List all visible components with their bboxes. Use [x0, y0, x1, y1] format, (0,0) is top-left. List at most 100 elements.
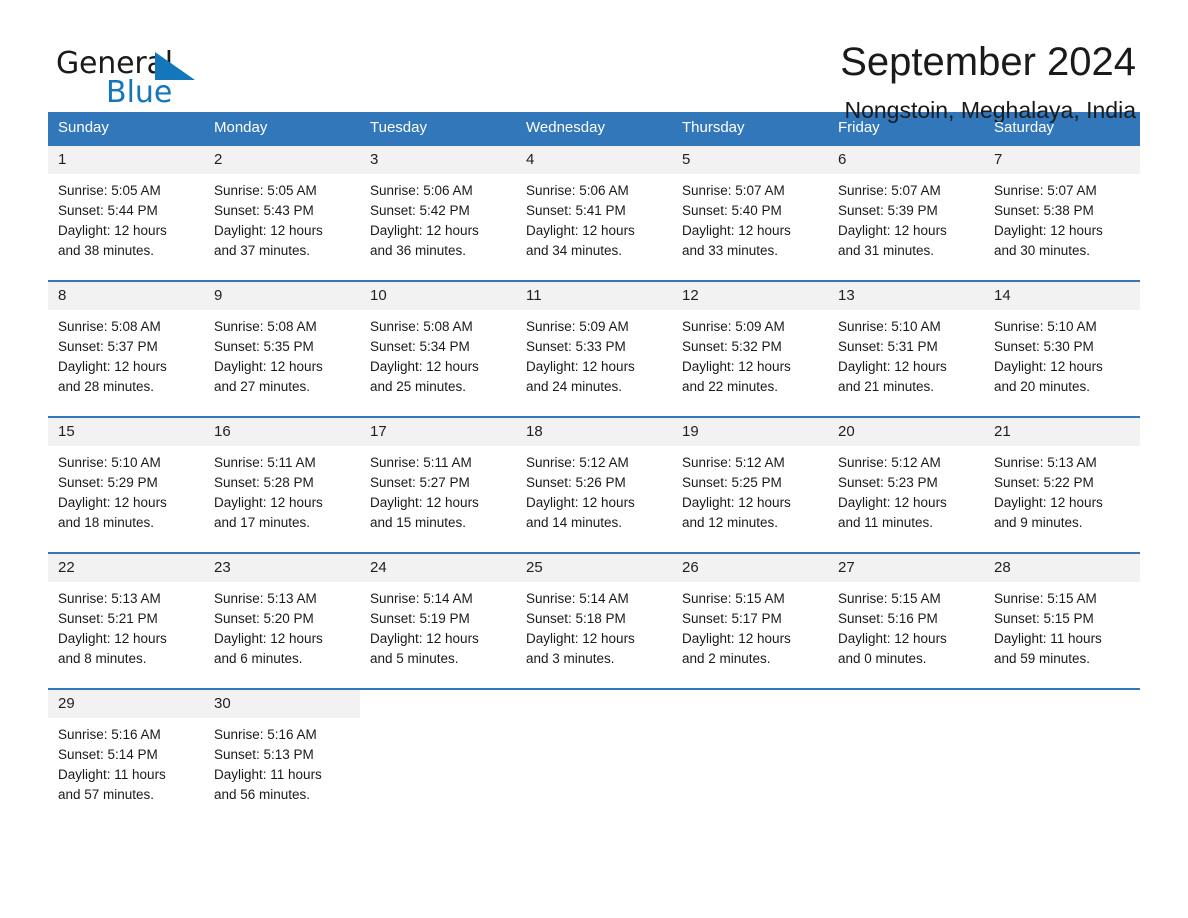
daylight-text-line1: Daylight: 12 hours — [682, 223, 791, 238]
sunrise-text: Sunrise: 5:10 AM — [58, 455, 161, 470]
calendar-day-cell[interactable]: 8 Sunrise: 5:08 AM Sunset: 5:37 PM Dayli… — [48, 280, 204, 417]
daylight-text-line2: and 31 minutes. — [838, 243, 935, 258]
sunrise-text: Sunrise: 5:12 AM — [526, 455, 629, 470]
day-number — [516, 690, 672, 718]
sunset-text: Sunset: 5:23 PM — [838, 475, 938, 490]
sunrise-text: Sunrise: 5:05 AM — [58, 183, 161, 198]
day-info: Sunrise: 5:13 AM Sunset: 5:21 PM Dayligh… — [48, 582, 204, 669]
daylight-text-line2: and 56 minutes. — [214, 787, 311, 802]
calendar-day-cell[interactable]: 18 Sunrise: 5:12 AM Sunset: 5:26 PM Dayl… — [516, 416, 672, 553]
sunrise-text: Sunrise: 5:16 AM — [58, 727, 161, 742]
day-number: 2 — [204, 146, 360, 174]
calendar-day-cell[interactable]: 2 Sunrise: 5:05 AM Sunset: 5:43 PM Dayli… — [204, 144, 360, 281]
sunset-text: Sunset: 5:37 PM — [58, 339, 158, 354]
calendar-day-cell[interactable]: 20 Sunrise: 5:12 AM Sunset: 5:23 PM Dayl… — [828, 416, 984, 553]
daylight-text-line2: and 22 minutes. — [682, 379, 779, 394]
calendar-day-cell-empty — [516, 688, 672, 806]
day-info: Sunrise: 5:07 AM Sunset: 5:38 PM Dayligh… — [984, 174, 1140, 261]
calendar-day-cell[interactable]: 7 Sunrise: 5:07 AM Sunset: 5:38 PM Dayli… — [984, 144, 1140, 281]
calendar-day-cell[interactable]: 1 Sunrise: 5:05 AM Sunset: 5:44 PM Dayli… — [48, 144, 204, 281]
daylight-text-line1: Daylight: 12 hours — [838, 359, 947, 374]
day-info: Sunrise: 5:11 AM Sunset: 5:27 PM Dayligh… — [360, 446, 516, 533]
calendar-day-cell[interactable]: 6 Sunrise: 5:07 AM Sunset: 5:39 PM Dayli… — [828, 144, 984, 281]
day-info: Sunrise: 5:10 AM Sunset: 5:29 PM Dayligh… — [48, 446, 204, 533]
day-number: 30 — [204, 690, 360, 718]
weekday-header-tuesday: Tuesday — [360, 112, 516, 145]
sunrise-text: Sunrise: 5:07 AM — [994, 183, 1097, 198]
daylight-text-line2: and 59 minutes. — [994, 651, 1091, 666]
calendar-day-cell-empty — [360, 688, 516, 806]
calendar-day-cell[interactable]: 29 Sunrise: 5:16 AM Sunset: 5:14 PM Dayl… — [48, 688, 204, 806]
calendar-day-cell[interactable]: 13 Sunrise: 5:10 AM Sunset: 5:31 PM Dayl… — [828, 280, 984, 417]
calendar-day-cell[interactable]: 28 Sunrise: 5:15 AM Sunset: 5:15 PM Dayl… — [984, 552, 1140, 689]
calendar-day-cell[interactable]: 17 Sunrise: 5:11 AM Sunset: 5:27 PM Dayl… — [360, 416, 516, 553]
daylight-text-line1: Daylight: 12 hours — [682, 631, 791, 646]
calendar-day-cell[interactable]: 10 Sunrise: 5:08 AM Sunset: 5:34 PM Dayl… — [360, 280, 516, 417]
calendar-page: General Blue September 2024 Nongstoin, M… — [0, 0, 1188, 918]
sunset-text: Sunset: 5:25 PM — [682, 475, 782, 490]
calendar-day-cell[interactable]: 22 Sunrise: 5:13 AM Sunset: 5:21 PM Dayl… — [48, 552, 204, 689]
day-number: 15 — [48, 418, 204, 446]
calendar-day-cell[interactable]: 16 Sunrise: 5:11 AM Sunset: 5:28 PM Dayl… — [204, 416, 360, 553]
page-title: September 2024 — [840, 40, 1136, 84]
daylight-text-line1: Daylight: 12 hours — [838, 631, 947, 646]
daylight-text-line2: and 34 minutes. — [526, 243, 623, 258]
sunrise-text: Sunrise: 5:08 AM — [370, 319, 473, 334]
sun-calendar-table: Sunday Monday Tuesday Wednesday Thursday… — [48, 112, 1140, 806]
day-number — [360, 690, 516, 718]
sunrise-text: Sunrise: 5:07 AM — [838, 183, 941, 198]
day-info: Sunrise: 5:09 AM Sunset: 5:32 PM Dayligh… — [672, 310, 828, 397]
day-info: Sunrise: 5:06 AM Sunset: 5:42 PM Dayligh… — [360, 174, 516, 261]
sunset-text: Sunset: 5:17 PM — [682, 611, 782, 626]
calendar-week-row: 15 Sunrise: 5:10 AM Sunset: 5:29 PM Dayl… — [48, 416, 1140, 553]
day-info: Sunrise: 5:16 AM Sunset: 5:14 PM Dayligh… — [48, 718, 204, 805]
sunset-text: Sunset: 5:19 PM — [370, 611, 470, 626]
daylight-text-line1: Daylight: 12 hours — [526, 495, 635, 510]
daylight-text-line1: Daylight: 12 hours — [214, 495, 323, 510]
day-info: Sunrise: 5:12 AM Sunset: 5:25 PM Dayligh… — [672, 446, 828, 533]
calendar-day-cell[interactable]: 11 Sunrise: 5:09 AM Sunset: 5:33 PM Dayl… — [516, 280, 672, 417]
daylight-text-line2: and 36 minutes. — [370, 243, 467, 258]
day-number: 9 — [204, 282, 360, 310]
general-blue-logo[interactable]: General Blue — [56, 42, 216, 112]
daylight-text-line2: and 2 minutes. — [682, 651, 771, 666]
calendar-day-cell[interactable]: 25 Sunrise: 5:14 AM Sunset: 5:18 PM Dayl… — [516, 552, 672, 689]
sunset-text: Sunset: 5:44 PM — [58, 203, 158, 218]
day-info: Sunrise: 5:09 AM Sunset: 5:33 PM Dayligh… — [516, 310, 672, 397]
sunrise-text: Sunrise: 5:05 AM — [214, 183, 317, 198]
day-number: 11 — [516, 282, 672, 310]
daylight-text-line2: and 0 minutes. — [838, 651, 927, 666]
calendar-day-cell[interactable]: 23 Sunrise: 5:13 AM Sunset: 5:20 PM Dayl… — [204, 552, 360, 689]
sunset-text: Sunset: 5:14 PM — [58, 747, 158, 762]
sunrise-text: Sunrise: 5:09 AM — [526, 319, 629, 334]
calendar-day-cell[interactable]: 5 Sunrise: 5:07 AM Sunset: 5:40 PM Dayli… — [672, 144, 828, 281]
sunset-text: Sunset: 5:31 PM — [838, 339, 938, 354]
calendar-day-cell[interactable]: 3 Sunrise: 5:06 AM Sunset: 5:42 PM Dayli… — [360, 144, 516, 281]
calendar-day-cell[interactable]: 15 Sunrise: 5:10 AM Sunset: 5:29 PM Dayl… — [48, 416, 204, 553]
sunrise-text: Sunrise: 5:16 AM — [214, 727, 317, 742]
calendar-day-cell[interactable]: 14 Sunrise: 5:10 AM Sunset: 5:30 PM Dayl… — [984, 280, 1140, 417]
daylight-text-line1: Daylight: 11 hours — [58, 767, 166, 782]
day-number: 3 — [360, 146, 516, 174]
calendar-day-cell[interactable]: 12 Sunrise: 5:09 AM Sunset: 5:32 PM Dayl… — [672, 280, 828, 417]
calendar-day-cell[interactable]: 9 Sunrise: 5:08 AM Sunset: 5:35 PM Dayli… — [204, 280, 360, 417]
title-block: September 2024 Nongstoin, Meghalaya, Ind… — [840, 42, 1140, 122]
calendar-day-cell[interactable]: 26 Sunrise: 5:15 AM Sunset: 5:17 PM Dayl… — [672, 552, 828, 689]
day-info: Sunrise: 5:16 AM Sunset: 5:13 PM Dayligh… — [204, 718, 360, 805]
day-number: 18 — [516, 418, 672, 446]
calendar-day-cell[interactable]: 30 Sunrise: 5:16 AM Sunset: 5:13 PM Dayl… — [204, 688, 360, 806]
calendar-day-cell[interactable]: 19 Sunrise: 5:12 AM Sunset: 5:25 PM Dayl… — [672, 416, 828, 553]
daylight-text-line2: and 6 minutes. — [214, 651, 303, 666]
day-info: Sunrise: 5:10 AM Sunset: 5:30 PM Dayligh… — [984, 310, 1140, 397]
day-number: 20 — [828, 418, 984, 446]
sunrise-text: Sunrise: 5:07 AM — [682, 183, 785, 198]
calendar-day-cell[interactable]: 24 Sunrise: 5:14 AM Sunset: 5:19 PM Dayl… — [360, 552, 516, 689]
daylight-text-line1: Daylight: 12 hours — [526, 631, 635, 646]
daylight-text-line1: Daylight: 12 hours — [370, 495, 479, 510]
calendar-day-cell[interactable]: 21 Sunrise: 5:13 AM Sunset: 5:22 PM Dayl… — [984, 416, 1140, 553]
day-number: 19 — [672, 418, 828, 446]
calendar-day-cell[interactable]: 4 Sunrise: 5:06 AM Sunset: 5:41 PM Dayli… — [516, 144, 672, 281]
day-number: 12 — [672, 282, 828, 310]
sunset-text: Sunset: 5:35 PM — [214, 339, 314, 354]
calendar-day-cell[interactable]: 27 Sunrise: 5:15 AM Sunset: 5:16 PM Dayl… — [828, 552, 984, 689]
